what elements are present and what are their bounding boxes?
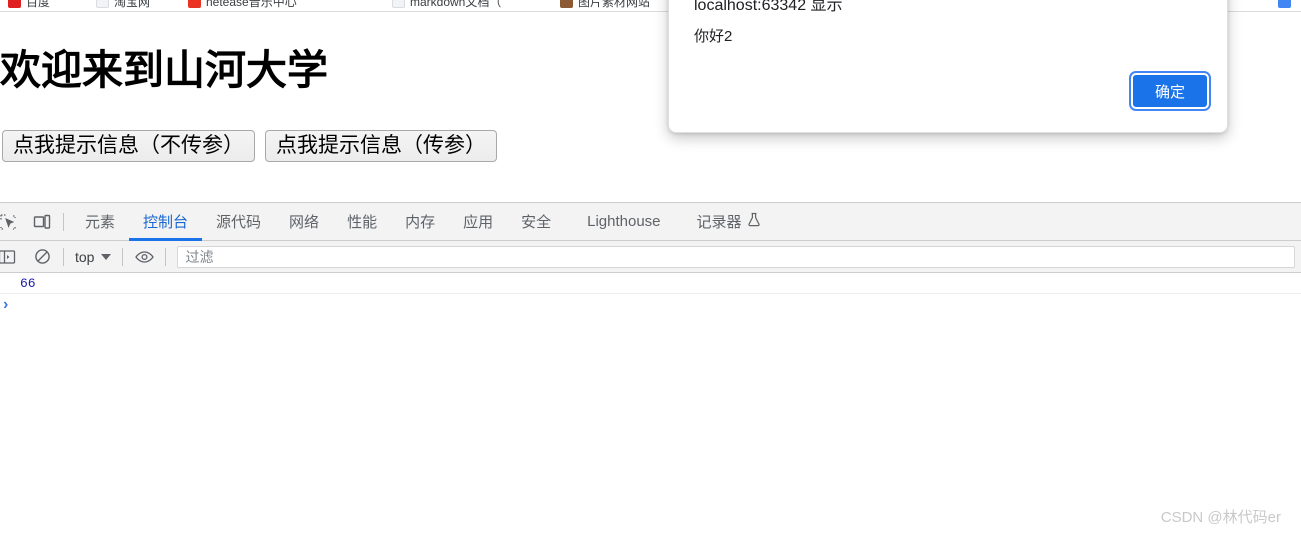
tab-sources[interactable]: 源代码	[202, 203, 275, 241]
console-entry: 66	[0, 273, 1301, 294]
chevron-down-icon	[101, 253, 112, 260]
tab-console[interactable]: 控制台	[129, 203, 202, 241]
console-output[interactable]: 66 › CSDN @林代码er	[0, 273, 1301, 536]
favicon-icon	[188, 0, 201, 8]
devtools-tab-bar: 元素 控制台 源代码 网络 性能 内存 应用 安全 Lighthouse 记录器	[0, 203, 1301, 241]
favicon-icon	[8, 0, 21, 8]
prompt-arrow-icon: ›	[3, 296, 9, 313]
javascript-alert-dialog: localhost:63342 显示 你好2 确定	[668, 0, 1228, 133]
tab-memory[interactable]: 内存	[391, 203, 449, 241]
tab-lighthouse[interactable]: Lighthouse	[565, 203, 674, 241]
alert-no-arg-button[interactable]: 点我提示信息（不传参）	[2, 130, 255, 162]
bookmark-label: netease音乐中心	[206, 0, 297, 9]
tab-elements[interactable]: 元素	[71, 203, 129, 241]
console-context-label: top	[75, 248, 95, 265]
toolbar-divider	[63, 247, 64, 266]
dialog-ok-button[interactable]: 确定	[1129, 71, 1211, 111]
bookmark-item[interactable]: 图片素材网站	[560, 0, 650, 11]
dialog-origin-text: localhost:63342 显示	[694, 0, 843, 14]
tab-performance[interactable]: 性能	[333, 203, 391, 241]
bookmark-item[interactable]: markdown文档（	[392, 0, 501, 11]
toolbar-divider	[63, 212, 64, 231]
tab-recorder[interactable]: 记录器	[675, 203, 775, 241]
tab-recorder-label: 记录器	[696, 214, 742, 231]
console-prompt[interactable]: ›	[0, 294, 1301, 316]
page-title: 欢迎来到山河大学	[0, 47, 328, 93]
flask-icon	[747, 212, 761, 231]
tab-network[interactable]: 网络	[275, 203, 333, 241]
watermark: CSDN @林代码er	[1160, 509, 1281, 526]
bookmark-label: 百度	[26, 0, 51, 9]
favicon-icon	[1278, 0, 1291, 8]
device-toolbar-icon[interactable]	[28, 208, 56, 236]
console-entry-value: 66	[20, 275, 36, 291]
bookmark-item[interactable]: 淘宝网	[96, 0, 150, 11]
favicon-icon	[560, 0, 573, 8]
clear-console-icon[interactable]	[28, 243, 56, 271]
console-toolbar: top	[0, 241, 1301, 273]
dialog-message-text: 你好2	[694, 28, 733, 45]
bookmark-label: 图片素材网站	[578, 0, 651, 9]
bookmark-item[interactable]: 百度	[8, 0, 50, 11]
live-expression-eye-icon[interactable]	[130, 243, 158, 271]
page-button-row: 点我提示信息（不传参） 点我提示信息（传参）	[2, 130, 497, 162]
bookmark-item[interactable]	[1278, 0, 1291, 11]
console-sidebar-toggle-icon[interactable]	[0, 243, 21, 271]
toolbar-divider	[165, 247, 167, 266]
bookmark-label: 淘宝网	[114, 0, 151, 9]
tab-application[interactable]: 应用	[449, 203, 507, 241]
alert-with-arg-button[interactable]: 点我提示信息（传参）	[265, 130, 497, 162]
favicon-icon	[392, 0, 405, 8]
inspect-element-icon[interactable]	[0, 208, 22, 236]
console-context-selector[interactable]: top	[71, 249, 115, 265]
console-filter-input[interactable]	[177, 245, 1295, 268]
toolbar-divider	[122, 247, 124, 266]
bookmark-label: markdown文档（	[410, 0, 502, 9]
tab-security[interactable]: 安全	[507, 203, 565, 241]
bookmark-item[interactable]: netease音乐中心	[188, 0, 297, 11]
devtools-panel: 元素 控制台 源代码 网络 性能 内存 应用 安全 Lighthouse 记录器	[0, 202, 1301, 536]
favicon-icon	[96, 0, 109, 8]
